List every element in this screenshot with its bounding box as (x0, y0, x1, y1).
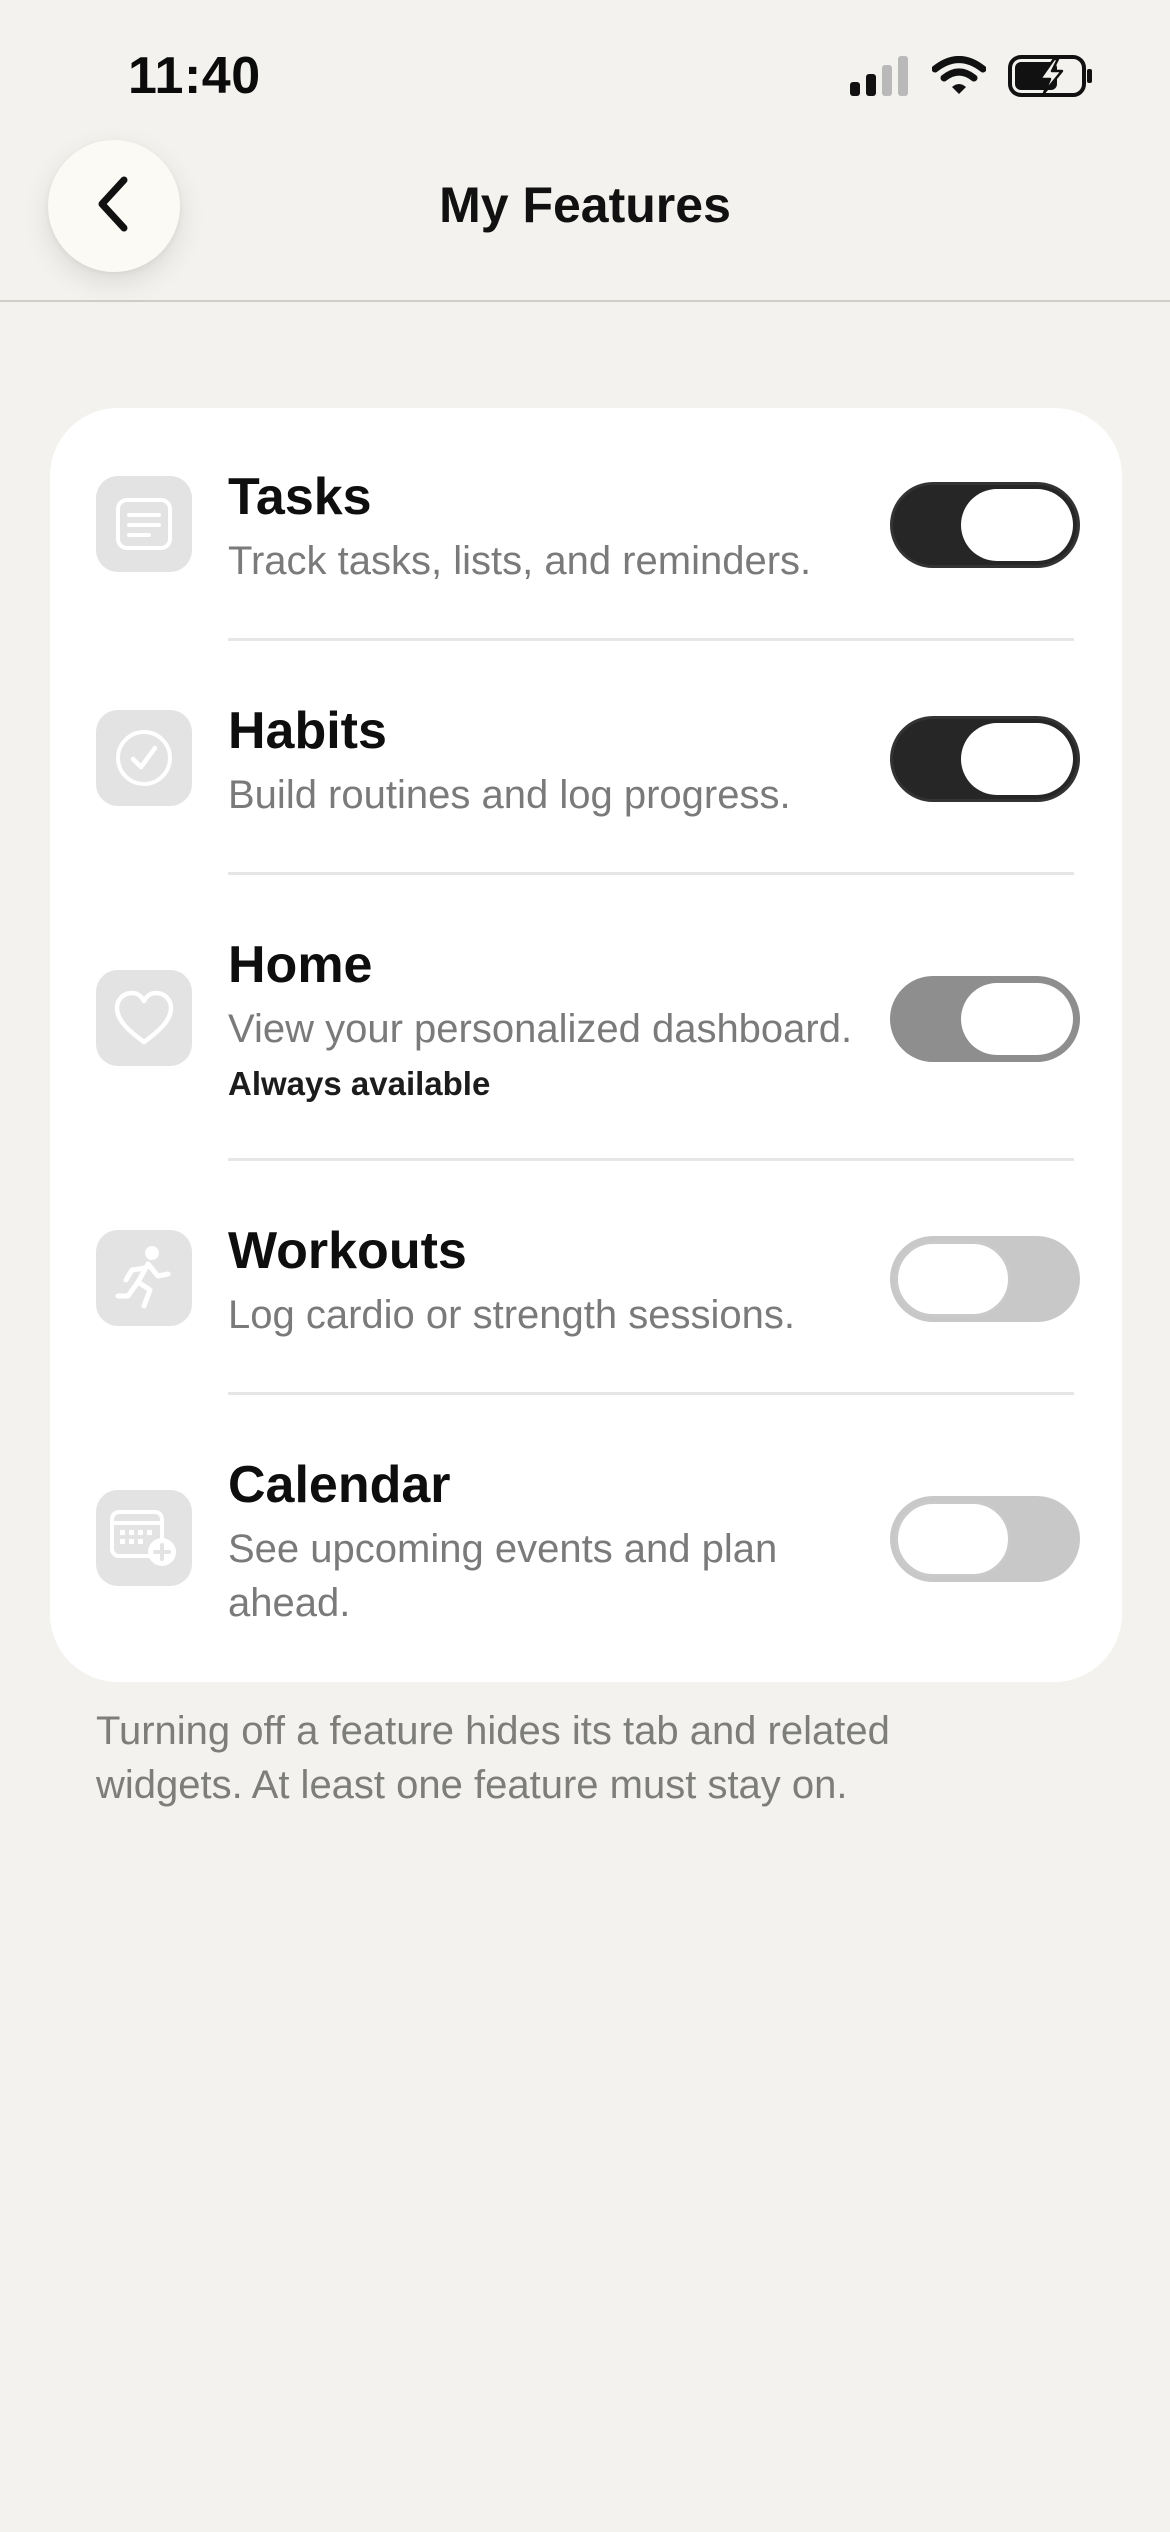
heart-icon (96, 970, 192, 1066)
navigation-bar: My Features (0, 140, 1170, 302)
status-icons (850, 54, 1094, 102)
feature-description: Track tasks, lists, and reminders. (228, 539, 812, 583)
status-bar: 11:40 (0, 0, 1170, 150)
battery-charging-icon (1008, 54, 1094, 102)
divider (228, 1392, 1074, 1395)
divider (228, 638, 1074, 641)
feature-row-home: Home View your personalized dashboard. A… (50, 876, 1122, 1162)
toggle-knob (961, 723, 1073, 795)
feature-row-calendar: Calendar See upcoming events and plan ah… (50, 1396, 1122, 1682)
home-toggle[interactable] (890, 976, 1080, 1062)
calendar-add-icon (96, 1490, 192, 1586)
toggle-knob (895, 1501, 1011, 1577)
footer-note: Turning off a feature hides its tab and … (96, 1709, 890, 1807)
divider (228, 1158, 1074, 1161)
tasks-toggle[interactable] (890, 482, 1080, 568)
toggle-knob (895, 1241, 1011, 1317)
page-title: My Features (439, 177, 731, 233)
toggle-knob (961, 983, 1073, 1055)
always-available-label: Always available (228, 1065, 491, 1102)
calendar-toggle[interactable] (890, 1496, 1080, 1582)
feature-description: Log cardio or strength sessions. (228, 1293, 795, 1337)
cellular-signal-icon (850, 55, 910, 101)
feature-description: Build routines and log progress. (228, 773, 791, 817)
habits-toggle[interactable] (890, 716, 1080, 802)
feature-title: Home (228, 936, 373, 994)
wifi-icon (931, 55, 987, 101)
feature-row-tasks: Tasks Track tasks, lists, and reminders. (50, 408, 1122, 642)
feature-title: Workouts (228, 1222, 467, 1280)
feature-row-workouts: Workouts Log cardio or strength sessions… (50, 1162, 1122, 1396)
checkmark-circle-icon (96, 710, 192, 806)
feature-row-habits: Habits Build routines and log progress. (50, 642, 1122, 876)
running-figure-icon (96, 1230, 192, 1326)
toggle-knob (961, 489, 1073, 561)
status-time: 11:40 (128, 47, 261, 105)
feature-title: Tasks (228, 468, 372, 526)
features-card: Tasks Track tasks, lists, and reminders.… (50, 408, 1122, 1682)
feature-title: Calendar (228, 1456, 451, 1514)
feature-title: Habits (228, 702, 387, 760)
list-document-icon (96, 476, 192, 572)
feature-description: See upcoming events and plan ahead. (228, 1527, 778, 1625)
workouts-toggle[interactable] (890, 1236, 1080, 1322)
divider (228, 872, 1074, 875)
feature-description: View your personalized dashboard. (228, 1007, 853, 1051)
